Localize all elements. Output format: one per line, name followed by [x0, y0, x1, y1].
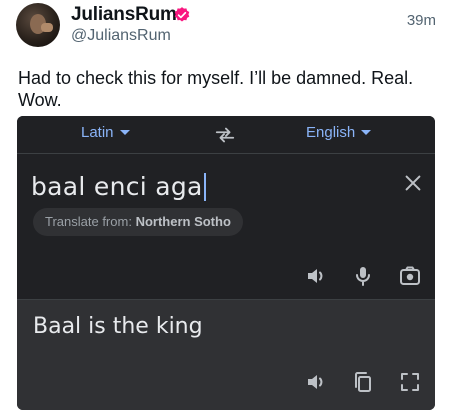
- source-language-selector[interactable]: Latin: [81, 124, 130, 141]
- camera-icon[interactable]: [398, 264, 422, 288]
- avatar[interactable]: [16, 3, 60, 47]
- source-language-label: Latin: [81, 124, 114, 141]
- microphone-icon[interactable]: [351, 264, 375, 288]
- user-name[interactable]: JuliansRum: [71, 4, 177, 26]
- target-language-label: English: [306, 124, 356, 141]
- tweet-text: Had to check this for myself. I’ll be da…: [18, 68, 414, 110]
- caret-down-icon: [361, 130, 372, 135]
- detected-language-chip[interactable]: Translate from: Northern Sotho: [33, 208, 243, 236]
- text-cursor: [203, 173, 206, 201]
- fullscreen-icon[interactable]: [398, 370, 422, 394]
- source-input-panel[interactable]: baal enci aga Translate from: Northern S…: [17, 154, 435, 300]
- speaker-icon[interactable]: [304, 370, 328, 394]
- translation-output-panel: Baal is the king: [17, 300, 435, 410]
- avatar-hand: [41, 23, 53, 32]
- copy-icon[interactable]: [351, 370, 375, 394]
- detect-prefix: Translate from:: [45, 214, 132, 229]
- speaker-icon[interactable]: [304, 264, 328, 288]
- source-text-value: baal enci aga: [31, 172, 203, 201]
- close-icon[interactable]: [402, 172, 424, 194]
- translation-screenshot: Latin English baal enci aga Translate fr…: [17, 116, 435, 410]
- swap-icon[interactable]: [214, 124, 236, 146]
- user-handle[interactable]: @JuliansRum: [71, 27, 171, 45]
- verified-icon: [174, 7, 190, 22]
- target-language-selector[interactable]: English: [306, 124, 372, 141]
- source-text-input[interactable]: baal enci aga: [31, 172, 206, 201]
- language-bar: Latin English: [17, 116, 435, 154]
- detected-language: Northern Sotho: [135, 214, 231, 229]
- translated-text: Baal is the king: [33, 314, 203, 339]
- timestamp[interactable]: 39m: [407, 12, 436, 29]
- caret-down-icon: [119, 130, 130, 135]
